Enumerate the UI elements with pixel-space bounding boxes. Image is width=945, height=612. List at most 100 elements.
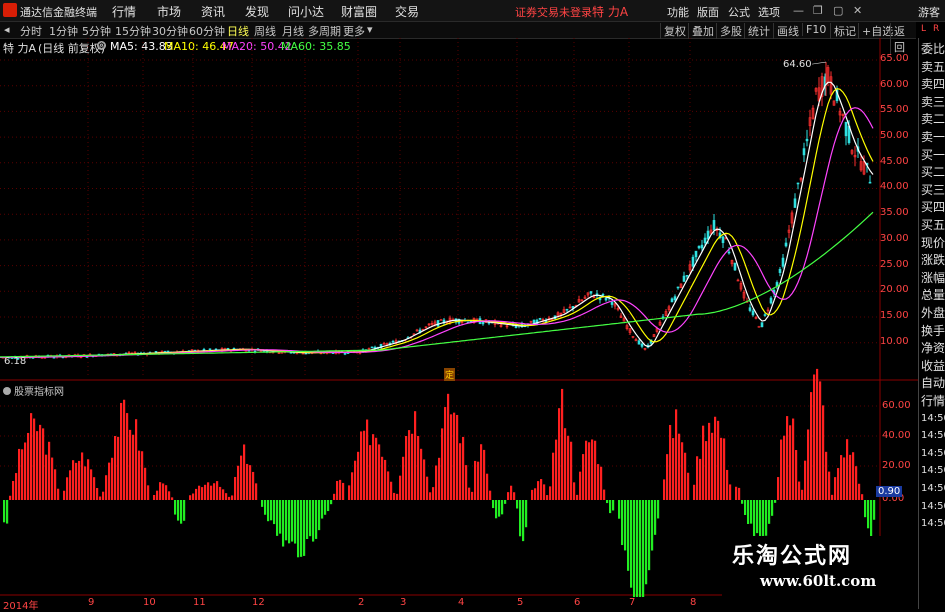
right-label-item[interactable]: 14:50 [921,500,945,514]
right-label-item[interactable]: 14:50 [921,464,945,478]
indicator-bar-up [219,486,222,500]
menu-wealth[interactable]: 财富圈 [341,3,377,20]
btn-stats[interactable]: 统计 [744,23,773,39]
right-label-item[interactable]: 换手 [921,324,945,338]
right-label-item[interactable]: 卖二 [921,112,945,126]
candle-body [676,286,680,289]
indicator-bar-down [318,500,321,531]
period-week[interactable]: 周线 [254,23,276,39]
indicator-bar-up [240,455,243,500]
right-label-item[interactable]: 14:50 [921,429,945,443]
period-more-dropdown-icon[interactable]: ▾ [367,23,373,36]
btn-mark[interactable]: 标记 [830,23,859,39]
restore-icon[interactable]: ❐ [813,4,823,17]
right-label-item[interactable]: 现价 [921,236,945,250]
period-5min[interactable]: 5分钟 [82,23,111,39]
period-multi[interactable]: 多周期 [308,23,341,39]
right-label-item[interactable]: 卖三 [921,95,945,109]
indicator-bar-up [663,479,666,500]
menu-news[interactable]: 资讯 [201,3,225,20]
indicator-bar-up [24,442,27,500]
tool-layout[interactable]: 版面 [697,4,719,20]
tool-function[interactable]: 功能 [667,4,689,20]
indicator-settings-icon[interactable] [3,387,11,395]
indicator-bar-down [774,500,777,503]
menu-ask[interactable]: 问小达 [288,3,324,20]
time-tick: 2014年 [3,601,39,612]
indicator-bar-up [396,493,399,500]
right-label-item[interactable]: 14:50 [921,447,945,461]
right-label-item[interactable]: 买四 [921,200,945,214]
tool-options[interactable]: 选项 [758,4,780,20]
indicator-bar-up [816,368,819,500]
right-label-item[interactable]: 涨跌 [921,253,945,267]
ma-lines [0,81,874,358]
maximize-icon[interactable]: ▢ [833,4,843,17]
period-1min[interactable]: 1分钟 [49,23,78,39]
indicator-bar-up [810,392,813,500]
minimize-icon[interactable]: — [793,4,804,17]
right-label-item[interactable]: 卖一 [921,130,945,144]
period-30min[interactable]: 30分钟 [152,23,188,39]
right-label-item[interactable]: 卖四 [921,77,945,91]
right-label-item[interactable]: 涨幅 [921,271,945,285]
menu-market[interactable]: 市场 [157,3,181,20]
btn-f10[interactable]: F10 [802,23,829,36]
indicator-bar-down [645,500,648,585]
candle-body [208,348,212,351]
period-60min[interactable]: 60分钟 [189,23,225,39]
right-label-item[interactable]: 买一 [921,148,945,162]
right-label-item[interactable]: 收益 [921,359,945,373]
indicator-bar-up [462,436,465,500]
btn-multistock[interactable]: 多股 [716,23,745,39]
period-tick[interactable]: 分时 [20,23,42,39]
indicator-bar-down [867,500,870,529]
right-label-item[interactable]: 行情 [921,394,945,408]
menu-hangqing[interactable]: 行情 [112,3,136,20]
indicator-bar-down [750,500,753,524]
right-label-item[interactable]: 买五 [921,218,945,232]
indicator-bar-down [297,500,300,558]
right-label-item[interactable]: 14:50 [921,482,945,496]
login-warning[interactable]: 证券交易未登录 [515,4,592,20]
right-label-item[interactable]: 卖五 [921,60,945,74]
period-more[interactable]: 更多 [343,23,365,39]
right-label-item[interactable]: 买三 [921,183,945,197]
btn-overlay[interactable]: 叠加 [688,23,717,39]
panel-r-letter[interactable]: R [933,24,939,34]
menu-discover[interactable]: 发现 [245,3,269,20]
btn-draw[interactable]: 画线 [773,23,802,39]
indicator-bar-down [270,500,273,521]
period-15min[interactable]: 15分钟 [115,23,151,39]
indicator-bar-down [273,500,276,525]
right-label-item[interactable]: 委比 [921,42,945,56]
indicator-bar-up [855,466,858,500]
tool-formula[interactable]: 公式 [728,4,750,20]
right-label-item[interactable]: 14:50 [921,517,945,531]
candle-body [637,340,641,345]
guest-label[interactable]: 游客 [918,4,940,20]
indicator-bar-up [714,416,717,500]
period-month[interactable]: 月线 [282,23,304,39]
right-label-item[interactable]: 14:50 [921,412,945,426]
period-day[interactable]: 日线 [227,23,249,39]
right-label-item[interactable]: 自动 [921,376,945,390]
panel-l-letter[interactable]: L [921,24,926,34]
indicator-bar-down [294,500,297,544]
close-icon[interactable]: ✕ [853,4,862,17]
right-label-item[interactable]: 外盘 [921,306,945,320]
right-label-item[interactable]: 净资 [921,341,945,355]
menu-trade[interactable]: 交易 [395,3,419,20]
ma20-line [0,107,874,358]
time-tick: 9 [88,597,95,608]
time-tick: 3 [400,597,407,608]
right-label-item[interactable]: 买二 [921,165,945,179]
event-marker[interactable]: 定 [444,368,456,381]
btn-fuquan[interactable]: 复权 [660,23,689,39]
indicator-bar-up [471,491,474,500]
indicator-bar-up [192,493,195,500]
kline-chart-canvas[interactable] [0,38,918,597]
indicator-bar-up [834,477,837,500]
back-arrow-icon[interactable]: ◂ [4,23,10,36]
right-label-item[interactable]: 总量 [921,288,945,302]
